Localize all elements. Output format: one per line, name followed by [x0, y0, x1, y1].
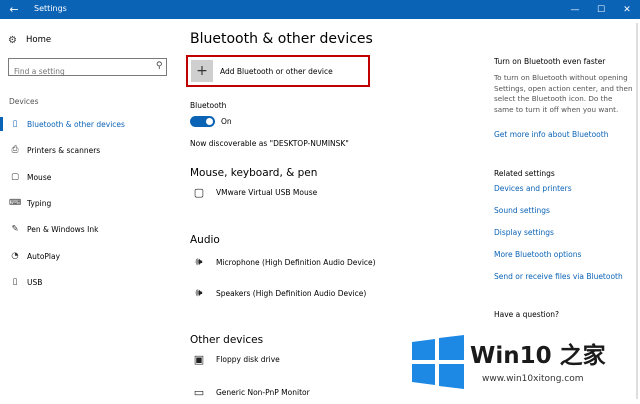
sidebar: ⚙ Home ⚲ Devices ▯ Bluetooth & other dev…	[0, 19, 176, 404]
device-label: Generic Non-PnP Monitor	[216, 387, 310, 397]
bluetooth-icon: ▯	[12, 119, 18, 129]
related-link[interactable]: Send or receive files via Bluetooth	[494, 272, 623, 281]
window-title: Settings	[34, 4, 67, 13]
close-button[interactable]: ✕	[614, 0, 640, 19]
minimize-button[interactable]: —	[562, 0, 588, 19]
related-heading: Related settings	[494, 169, 555, 178]
add-device-label: Add Bluetooth or other device	[220, 66, 333, 76]
group-title-audio: Audio	[190, 234, 220, 246]
section-label-devices: Devices	[9, 97, 39, 106]
device-label: Floppy disk drive	[216, 354, 280, 364]
sidebar-item-bluetooth[interactable]: ▯ Bluetooth & other devices	[0, 117, 176, 131]
home-nav[interactable]: ⚙ Home	[8, 33, 51, 47]
usb-icon: ▯	[12, 277, 18, 287]
device-label: Speakers (High Definition Audio Device)	[216, 288, 367, 298]
mouse-icon: ▢	[193, 185, 205, 199]
device-item[interactable]: ▭ Generic Non-PnP Monitor	[190, 383, 310, 401]
related-link[interactable]: Devices and printers	[494, 184, 572, 193]
bluetooth-label: Bluetooth	[190, 101, 227, 110]
back-arrow-icon[interactable]: ←	[0, 0, 28, 19]
scrollbar[interactable]	[634, 19, 640, 404]
speaker-icon: 🕪	[195, 255, 203, 268]
add-device-button[interactable]: + Add Bluetooth or other device	[186, 55, 370, 87]
device-label: Microphone (High Definition Audio Device…	[216, 257, 376, 267]
search-icon[interactable]: ⚲	[156, 61, 163, 71]
scrollbar-track	[636, 23, 638, 399]
sidebar-item-mouse[interactable]: ▢ Mouse	[0, 170, 176, 184]
speaker-icon: 🕪	[195, 286, 203, 299]
maximize-button[interactable]: ☐	[588, 0, 614, 19]
sidebar-item-label: AutoPlay	[27, 251, 61, 261]
pen-icon: ✎	[11, 224, 19, 234]
tip-heading: Turn on Bluetooth even faster	[494, 57, 606, 66]
toggle-knob	[206, 118, 213, 125]
sidebar-item-pen[interactable]: ✎ Pen & Windows Ink	[0, 222, 176, 236]
watermark-url: www.win10xitong.com	[482, 374, 584, 384]
sidebar-item-label: Printers & scanners	[27, 145, 101, 155]
sidebar-item-autoplay[interactable]: ◔ AutoPlay	[0, 249, 176, 263]
device-item[interactable]: 🕪 Speakers (High Definition Audio Device…	[190, 284, 367, 302]
related-link[interactable]: Display settings	[494, 228, 554, 237]
sidebar-item-label: USB	[27, 277, 43, 287]
sidebar-item-label: Bluetooth & other devices	[27, 119, 125, 129]
monitor-icon: ▭	[193, 385, 205, 399]
tip-body: To turn on Bluetooth without opening Set…	[494, 73, 633, 114]
gear-icon: ⚙	[8, 34, 17, 46]
autoplay-icon: ◔	[11, 251, 19, 261]
sidebar-item-label: Typing	[27, 198, 52, 208]
sidebar-item-typing[interactable]: ⌨ Typing	[0, 196, 176, 210]
sidebar-item-label: Mouse	[27, 172, 52, 182]
printer-icon: ⎙	[11, 145, 19, 155]
related-link[interactable]: More Bluetooth options	[494, 250, 581, 259]
keyboard-icon: ⌨	[9, 198, 22, 208]
device-item[interactable]: 🕪 Microphone (High Definition Audio Devi…	[190, 253, 376, 271]
mouse-icon: ▢	[10, 172, 20, 182]
device-item[interactable]: ▣ Floppy disk drive	[190, 350, 280, 368]
plus-icon: +	[191, 60, 213, 82]
group-title-other: Other devices	[190, 334, 264, 346]
search-input[interactable]	[9, 63, 149, 80]
search-box: ⚲	[8, 58, 167, 80]
page-title: Bluetooth & other devices	[190, 31, 373, 47]
device-item[interactable]: ▢ VMware Virtual USB Mouse	[190, 183, 317, 201]
question-heading: Have a question?	[494, 310, 560, 319]
device-label: VMware Virtual USB Mouse	[216, 187, 318, 197]
bluetooth-toggle[interactable]	[190, 116, 215, 127]
sidebar-item-usb[interactable]: ▯ USB	[0, 275, 176, 289]
sidebar-item-printers[interactable]: ⎙ Printers & scanners	[0, 143, 176, 157]
more-info-link[interactable]: Get more info about Bluetooth	[494, 130, 608, 139]
home-label: Home	[26, 35, 52, 45]
sidebar-item-label: Pen & Windows Ink	[27, 224, 99, 234]
watermark-brand: Win10 之家	[470, 343, 606, 369]
windows-logo-icon	[412, 335, 464, 389]
bluetooth-state: On	[221, 117, 232, 126]
group-title-mouse: Mouse, keyboard, & pen	[190, 167, 318, 179]
title-bar: ← Settings — ☐ ✕	[0, 0, 640, 19]
discoverable-text: Now discoverable as "DESKTOP-NUMINSK"	[190, 139, 349, 148]
related-link[interactable]: Sound settings	[494, 206, 550, 215]
floppy-disk-icon: ▣	[193, 352, 205, 366]
